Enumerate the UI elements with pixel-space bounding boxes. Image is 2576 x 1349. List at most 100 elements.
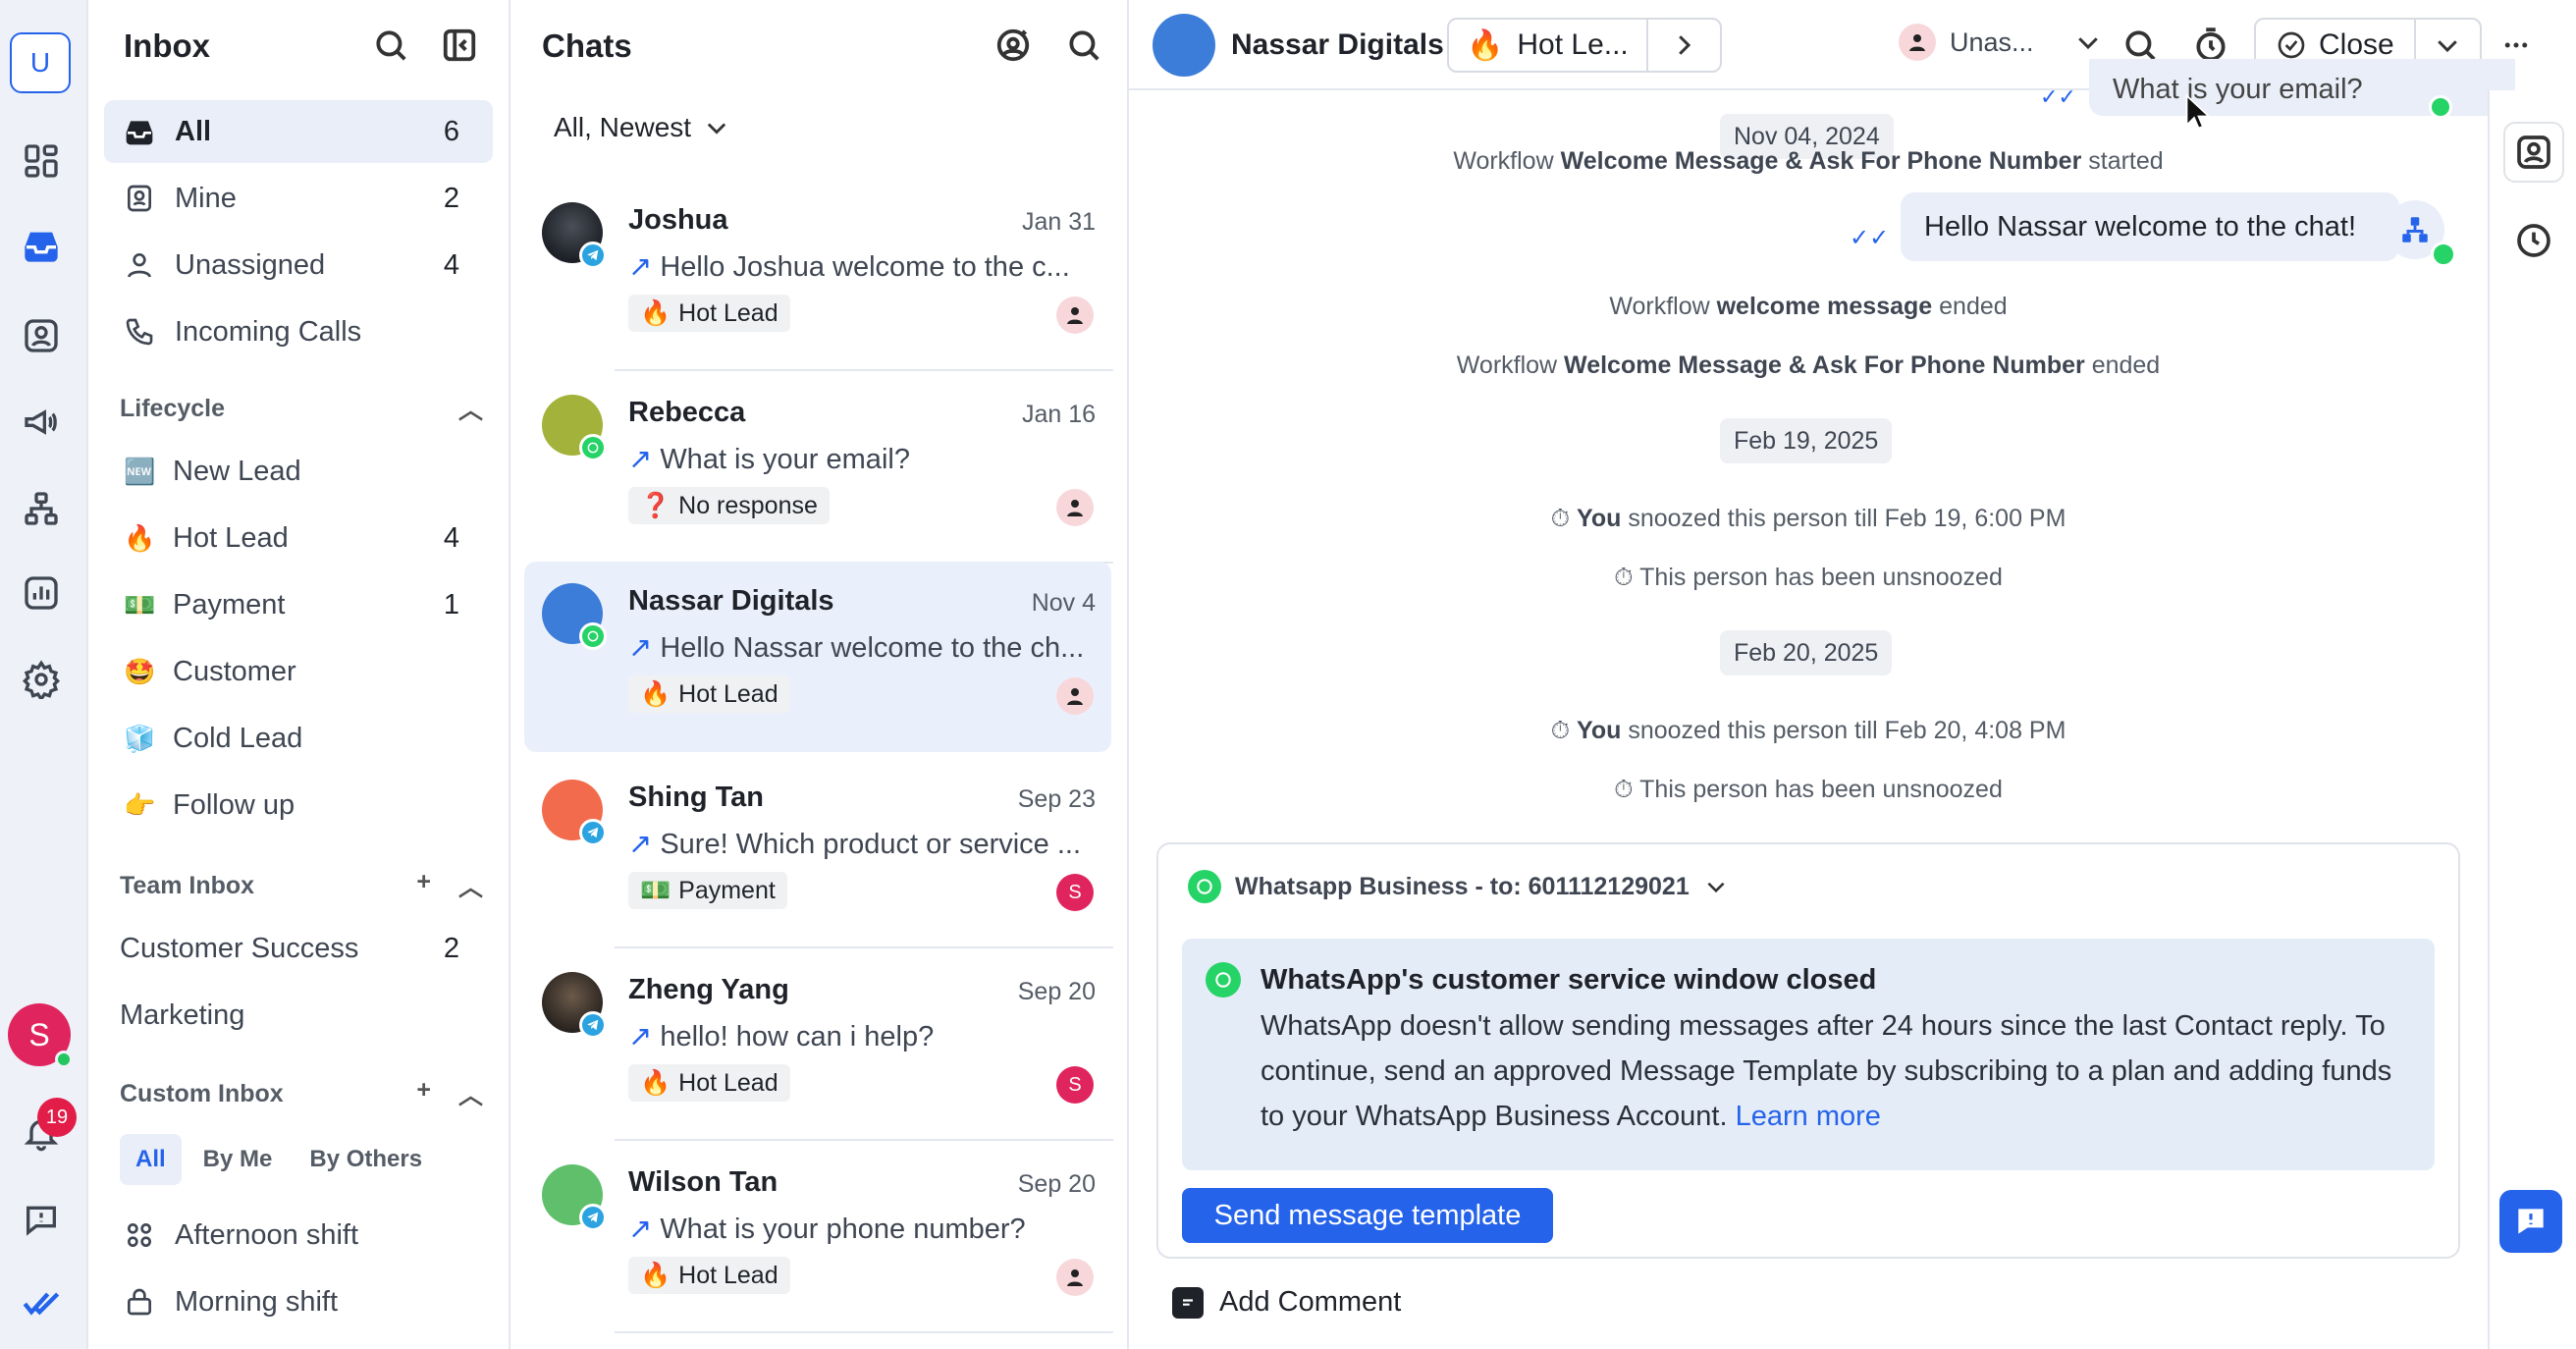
- chevron-down-icon: [1707, 882, 1725, 893]
- chevron-right-icon[interactable]: [1648, 30, 1720, 60]
- snooze-event: ⏱ You snoozed this person till Feb 19, 6…: [1550, 505, 2066, 532]
- mouse-cursor: [2185, 94, 2209, 130]
- search-icon[interactable]: [369, 24, 412, 67]
- conversation-item[interactable]: Joshua Jan 31 ↗ Hello Joshua welcome to t…: [524, 181, 1111, 371]
- chevron-up-icon[interactable]: ︿: [458, 391, 483, 426]
- team-inbox-item[interactable]: Customer Success 2: [104, 917, 493, 980]
- conversation-item[interactable]: Rebecca Jan 16 ↗ What is your email? ❓ No …: [524, 373, 1111, 564]
- contact-details-icon[interactable]: [2503, 122, 2564, 183]
- reports-icon[interactable]: [18, 569, 65, 617]
- lifecycle-item-payment[interactable]: 💵 Payment 1: [104, 573, 493, 636]
- custom-inbox-item-afternoon-shift[interactable]: Afternoon shift: [104, 1204, 493, 1267]
- snooze-event: ⏱ You snoozed this person till Feb 20, 4…: [1550, 717, 2066, 744]
- nav-count: 4: [443, 248, 459, 281]
- date-separator: Feb 19, 2025: [1720, 418, 1893, 463]
- chevron-down-icon: [2077, 37, 2098, 50]
- lifecycle-item-customer[interactable]: 🤩 Customer: [104, 640, 493, 703]
- read-receipt-icon: ✓✓: [1850, 225, 1890, 251]
- contact-avatar[interactable]: [1153, 14, 1215, 77]
- ai-agent-icon[interactable]: [992, 24, 1035, 67]
- search-icon[interactable]: [1062, 24, 1105, 67]
- notice-body: WhatsApp doesn't allow sending messages …: [1261, 1010, 2392, 1132]
- plus-icon[interactable]: +: [416, 868, 431, 903]
- tab-by-me[interactable]: By Me: [188, 1134, 289, 1185]
- lifecycle-section-header[interactable]: Lifecycle ︿: [120, 391, 483, 426]
- channel-selector[interactable]: Whatsapp Business - to: 601112129021: [1188, 870, 1729, 903]
- tab-by-others[interactable]: By Others: [294, 1134, 438, 1185]
- lifecycle-tag: ❓ No response: [628, 487, 830, 524]
- chevron-up-icon[interactable]: ︿: [458, 868, 483, 903]
- inbox-nav-all[interactable]: All 6: [104, 100, 493, 163]
- lifecycle-item-hot-lead[interactable]: 🔥 Hot Lead 4: [104, 507, 493, 569]
- telegram-icon: [579, 1204, 607, 1231]
- right-side-rail: [2488, 90, 2576, 1349]
- assignee-selector[interactable]: Unas...: [1899, 24, 2103, 61]
- lifecycle-item-new-lead[interactable]: 🆕 New Lead: [104, 440, 493, 503]
- settings-gear-icon[interactable]: [18, 656, 65, 703]
- telegram-icon: [579, 1011, 607, 1039]
- conversation-item-selected[interactable]: Nassar Digitals Nov 4 ↗ Hello Nassar welc…: [524, 562, 1111, 752]
- lifecycle-item-cold-lead[interactable]: 🧊 Cold Lead: [104, 707, 493, 770]
- whatsapp-icon: [1188, 870, 1221, 903]
- send-message-template-button[interactable]: Send message template: [1182, 1188, 1553, 1243]
- contacts-icon[interactable]: [18, 312, 65, 359]
- lifecycle-tag: 🔥 Hot Lead: [628, 295, 790, 332]
- tab-all[interactable]: All: [120, 1134, 182, 1185]
- history-clock-icon[interactable]: [2503, 210, 2564, 271]
- lifecycle-stage-selector[interactable]: 🔥 Hot Le...: [1447, 18, 1722, 73]
- plus-icon[interactable]: +: [416, 1076, 431, 1111]
- lifecycle-tag: 🔥 Hot Lead: [628, 1064, 790, 1102]
- inbox-nav-unassigned[interactable]: Unassigned 4: [104, 234, 493, 297]
- date-separator: Feb 20, 2025: [1720, 630, 1893, 675]
- contact-name[interactable]: Nassar Digitals: [1231, 28, 1444, 62]
- nav-count: 2: [443, 182, 459, 214]
- add-comment-button[interactable]: Add Comment: [1172, 1286, 1401, 1319]
- broadcast-icon[interactable]: [18, 399, 65, 446]
- inbox-nav-mine[interactable]: Mine 2: [104, 167, 493, 230]
- chats-title: Chats: [542, 27, 632, 64]
- inbox-tray-icon: [124, 116, 155, 147]
- custom-inbox-section-header[interactable]: Custom Inbox + ︿: [120, 1076, 483, 1111]
- unassigned-avatar-icon: [1056, 677, 1094, 715]
- person-outline-icon: [124, 249, 155, 281]
- phone-icon: [124, 316, 155, 348]
- check-circle-icon: [2278, 31, 2305, 59]
- chevron-up-icon[interactable]: ︿: [458, 1076, 483, 1111]
- help-chat-icon[interactable]: [18, 1196, 65, 1243]
- unassigned-avatar-icon: [1056, 297, 1094, 334]
- read-receipt-icon: ✓✓: [2040, 84, 2076, 109]
- outgoing-arrow-icon: ↗: [628, 829, 653, 860]
- workspace-switcher[interactable]: U: [10, 32, 71, 93]
- inbox-icon[interactable]: [18, 222, 65, 269]
- conversation-item[interactable]: Zheng Yang Sep 20 ↗ hello! how can i help…: [524, 950, 1111, 1141]
- outgoing-arrow-icon: ↗: [628, 1214, 653, 1245]
- help-chat-button[interactable]: [2499, 1190, 2562, 1253]
- lifecycle-item-follow-up[interactable]: 👉 Follow up: [104, 774, 493, 836]
- dashboard-icon[interactable]: [18, 137, 65, 185]
- snooze-timer-icon: ⏱: [1550, 717, 1578, 744]
- lifecycle-tag: 🔥 Hot Lead: [628, 1257, 790, 1294]
- team-inbox-item[interactable]: Marketing: [104, 984, 493, 1047]
- learn-more-link[interactable]: Learn more: [1736, 1101, 1881, 1132]
- nav-label: All: [175, 115, 212, 147]
- workflows-icon[interactable]: [18, 485, 65, 532]
- collapse-panel-icon[interactable]: [438, 24, 481, 67]
- team-inbox-section-header[interactable]: Team Inbox + ︿: [120, 868, 483, 903]
- outgoing-arrow-icon: ↗: [628, 632, 653, 664]
- divider: [615, 1139, 1113, 1141]
- outgoing-arrow-icon: ↗: [628, 1021, 653, 1052]
- person-badge-icon: [124, 183, 155, 214]
- conversation-item[interactable]: Shing Tan Sep 23 ↗ Sure! Which product or…: [524, 758, 1111, 948]
- outgoing-arrow-icon: ↗: [628, 251, 653, 283]
- custom-inbox-item-morning-shift[interactable]: Morning shift: [104, 1270, 493, 1333]
- whatsapp-icon: [2431, 242, 2456, 267]
- chevron-down-icon[interactable]: [2416, 30, 2480, 60]
- custom-inbox-tabs: All By Me By Others: [120, 1134, 438, 1185]
- workflow-event: Workflow welcome message ended: [1609, 293, 2008, 320]
- inbox-nav-incoming-calls[interactable]: Incoming Calls: [104, 300, 493, 363]
- whatsapp-icon: [2429, 95, 2452, 119]
- conversation-item[interactable]: Wilson Tan Sep 20 ↗ What is your phone nu…: [524, 1143, 1111, 1333]
- chevron-down-icon: [707, 123, 726, 135]
- lock-icon: [124, 1286, 155, 1318]
- chat-filter-dropdown[interactable]: All, Newest: [554, 112, 730, 143]
